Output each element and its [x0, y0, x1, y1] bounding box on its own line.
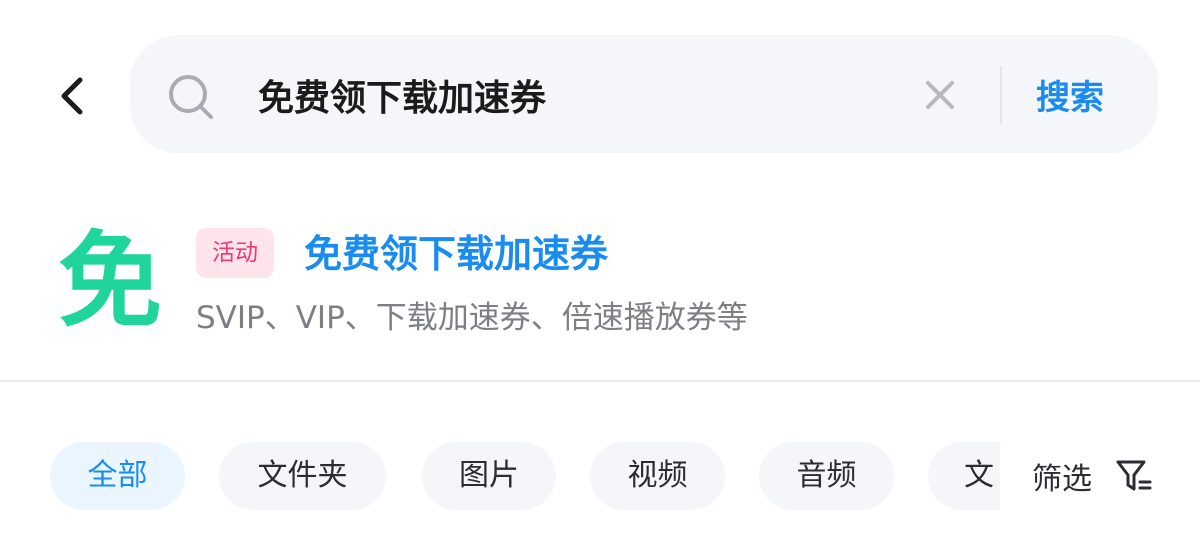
filter-chip-audio[interactable]: 音频 — [759, 442, 894, 510]
chevron-left-icon — [61, 77, 83, 115]
filter-chip-image[interactable]: 图片 — [422, 442, 556, 510]
search-bar-divider — [1000, 66, 1002, 124]
close-icon — [926, 81, 954, 109]
filter-button[interactable]: 筛选 — [1000, 440, 1200, 512]
filter-button-label: 筛选 — [1032, 462, 1092, 497]
back-button[interactable] — [48, 68, 96, 124]
filter-chip-folder[interactable]: 文件夹 — [219, 442, 386, 510]
search-input[interactable] — [258, 65, 898, 125]
search-page: 搜索 免 活动 免费领下载加速券 SVIP、VIP、下载加速券、倍速播放券等 全… — [0, 0, 1200, 545]
activity-badge: 活动 — [196, 228, 274, 278]
filter-chip-video[interactable]: 视频 — [590, 442, 725, 510]
search-icon — [166, 72, 216, 122]
section-divider — [0, 380, 1200, 382]
clear-button[interactable] — [918, 73, 962, 117]
promo-description: SVIP、VIP、下载加速券、倍速播放券等 — [196, 300, 748, 336]
promo-title-link[interactable]: 免费领下载加速券 — [304, 226, 608, 282]
filter-funnel-icon — [1116, 460, 1152, 491]
filter-chip-all[interactable]: 全部 — [50, 442, 185, 510]
search-button[interactable]: 搜索 — [1036, 66, 1104, 122]
free-promo-icon: 免 — [58, 220, 163, 342]
